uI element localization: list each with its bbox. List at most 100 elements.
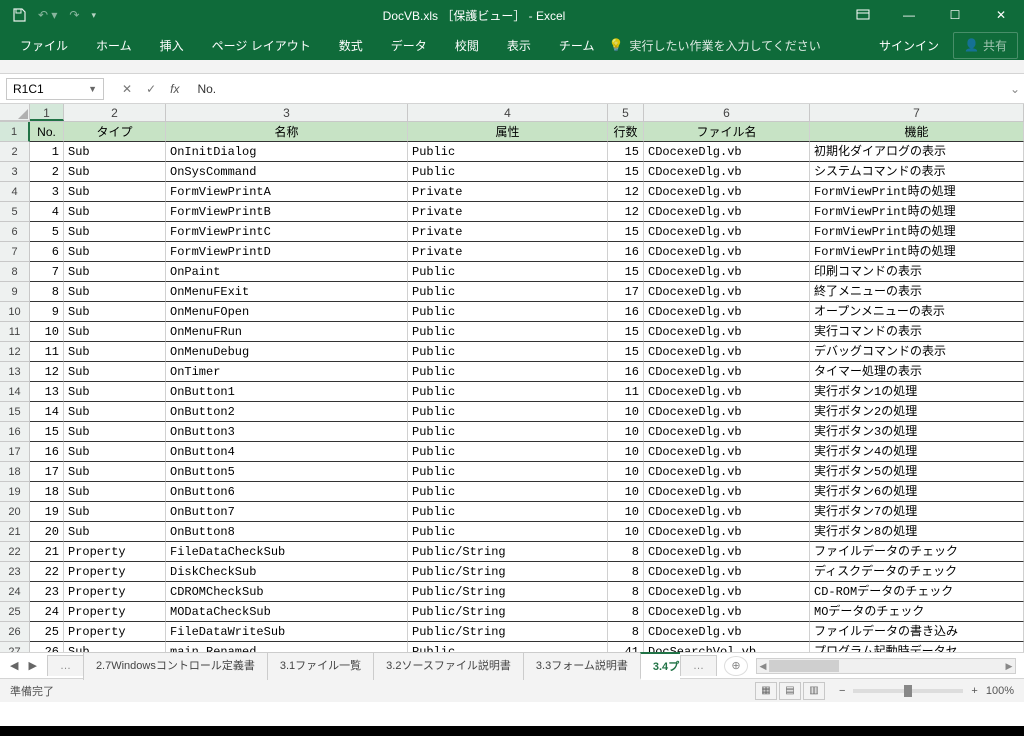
cell[interactable]: 15 [30, 422, 64, 442]
table-row[interactable]: 2524PropertyMODataCheckSubPublic/String8… [0, 602, 1024, 622]
cell[interactable]: Sub [64, 162, 166, 182]
cell[interactable]: OnMenuFOpen [166, 302, 408, 322]
cell[interactable]: Sub [64, 382, 166, 402]
row-header[interactable]: 13 [0, 362, 30, 382]
expand-formula-bar-icon[interactable]: ⌄ [1006, 82, 1024, 96]
column-header-cell[interactable]: タイプ [64, 122, 166, 142]
table-row[interactable]: 65SubFormViewPrintCPrivate15CDocexeDlg.v… [0, 222, 1024, 242]
cell[interactable]: Property [64, 542, 166, 562]
view-page-layout-icon[interactable]: ▤ [779, 682, 801, 700]
cancel-formula-icon[interactable]: ✕ [122, 82, 132, 96]
cell[interactable]: 14 [30, 402, 64, 422]
cell[interactable]: 10 [608, 442, 644, 462]
cell[interactable]: 実行ボタン3の処理 [810, 422, 1024, 442]
cell[interactable]: Sub [64, 342, 166, 362]
row-header[interactable]: 2 [0, 142, 30, 162]
table-row[interactable]: 1514SubOnButton2Public10CDocexeDlg.vb実行ボ… [0, 402, 1024, 422]
cell[interactable]: 10 [608, 402, 644, 422]
cell[interactable]: OnButton4 [166, 442, 408, 462]
cell[interactable]: 15 [608, 222, 644, 242]
table-row[interactable]: 2120SubOnButton8Public10CDocexeDlg.vb実行ボ… [0, 522, 1024, 542]
cell[interactable]: 16 [30, 442, 64, 462]
cell[interactable]: MODataCheckSub [166, 602, 408, 622]
cell[interactable]: OnMenuFExit [166, 282, 408, 302]
add-sheet-button[interactable]: ⊕ [724, 656, 748, 676]
column-header-cell[interactable]: ファイル名 [644, 122, 810, 142]
cell[interactable]: Sub [64, 442, 166, 462]
table-row[interactable]: 1817SubOnButton5Public10CDocexeDlg.vb実行ボ… [0, 462, 1024, 482]
table-row[interactable]: 109SubOnMenuFOpenPublic16CDocexeDlg.vbオー… [0, 302, 1024, 322]
row-header[interactable]: 10 [0, 302, 30, 322]
tell-me[interactable]: 💡 実行したい作業を入力してください [608, 37, 820, 54]
cell[interactable]: 初期化ダイアログの表示 [810, 142, 1024, 162]
ribbon-tab[interactable]: ページ レイアウト [198, 30, 325, 60]
undo-icon[interactable]: ↶ ▾ [38, 8, 57, 22]
cell[interactable]: Sub [64, 182, 166, 202]
cell[interactable]: Public [408, 262, 608, 282]
row-header[interactable]: 21 [0, 522, 30, 542]
cell[interactable]: 10 [608, 462, 644, 482]
cell[interactable]: FormViewPrintA [166, 182, 408, 202]
cell[interactable]: CDocexeDlg.vb [644, 602, 810, 622]
cell[interactable]: Public [408, 482, 608, 502]
table-row[interactable]: 1615SubOnButton3Public10CDocexeDlg.vb実行ボ… [0, 422, 1024, 442]
column-header-cell[interactable]: No. [30, 122, 64, 142]
row-header[interactable]: 17 [0, 442, 30, 462]
cell[interactable]: 印刷コマンドの表示 [810, 262, 1024, 282]
scroll-right-icon[interactable]: ▶ [1003, 659, 1015, 673]
cell[interactable]: 1 [30, 142, 64, 162]
cell[interactable]: CDocexeDlg.vb [644, 322, 810, 342]
cell[interactable]: 41 [608, 642, 644, 652]
cell[interactable]: Public [408, 342, 608, 362]
enter-formula-icon[interactable]: ✓ [146, 82, 156, 96]
cell[interactable]: Public [408, 302, 608, 322]
sheet-tab[interactable]: 3.4プロシージャー一覧 [640, 652, 680, 680]
cell[interactable]: Sub [64, 482, 166, 502]
row-header[interactable]: 23 [0, 562, 30, 582]
row-header[interactable]: 18 [0, 462, 30, 482]
cell[interactable]: OnButton6 [166, 482, 408, 502]
cell[interactable]: 9 [30, 302, 64, 322]
cell[interactable]: Sub [64, 502, 166, 522]
cell[interactable]: Sub [64, 462, 166, 482]
cell[interactable]: CDocexeDlg.vb [644, 202, 810, 222]
ribbon-tab[interactable]: 数式 [325, 30, 377, 60]
cell[interactable]: Public [408, 462, 608, 482]
table-row[interactable]: 2726Submain_RenamedPublic41DocSearchVol.… [0, 642, 1024, 652]
cell[interactable]: OnMenuFRun [166, 322, 408, 342]
cell[interactable]: 10 [608, 422, 644, 442]
cell[interactable]: 11 [608, 382, 644, 402]
cell[interactable]: 18 [30, 482, 64, 502]
cell[interactable]: CDocexeDlg.vb [644, 542, 810, 562]
cell[interactable]: FormViewPrint時の処理 [810, 202, 1024, 222]
row-header[interactable]: 4 [0, 182, 30, 202]
row-header[interactable]: 5 [0, 202, 30, 222]
cell[interactable]: 10 [608, 522, 644, 542]
cell[interactable]: Property [64, 562, 166, 582]
sheet-tab[interactable]: 3.2ソースファイル説明書 [373, 652, 524, 680]
cell[interactable]: Public [408, 442, 608, 462]
col-header[interactable]: 7 [810, 104, 1024, 121]
cell[interactable]: Property [64, 582, 166, 602]
cell[interactable]: Public [408, 382, 608, 402]
cell[interactable]: 20 [30, 522, 64, 542]
sheet-tab-overflow-right[interactable]: … [680, 655, 717, 676]
cell[interactable]: Public [408, 522, 608, 542]
row-header[interactable]: 22 [0, 542, 30, 562]
cell[interactable]: FormViewPrint時の処理 [810, 182, 1024, 202]
cell[interactable]: 26 [30, 642, 64, 652]
sheet-tab[interactable]: 2.7Windowsコントロール定義書 [83, 652, 268, 680]
table-row[interactable]: 2423PropertyCDROMCheckSubPublic/String8C… [0, 582, 1024, 602]
cell[interactable]: FileDataWriteSub [166, 622, 408, 642]
cell[interactable]: 19 [30, 502, 64, 522]
row-header[interactable]: 14 [0, 382, 30, 402]
cell[interactable]: CDocexeDlg.vb [644, 282, 810, 302]
cell[interactable]: OnButton5 [166, 462, 408, 482]
cell[interactable]: 10 [608, 482, 644, 502]
cell[interactable]: Property [64, 622, 166, 642]
table-row[interactable]: 2625PropertyFileDataWriteSubPublic/Strin… [0, 622, 1024, 642]
cell[interactable]: CDocexeDlg.vb [644, 362, 810, 382]
row-header[interactable]: 25 [0, 602, 30, 622]
cell[interactable]: 8 [608, 542, 644, 562]
cell[interactable]: CDocexeDlg.vb [644, 502, 810, 522]
